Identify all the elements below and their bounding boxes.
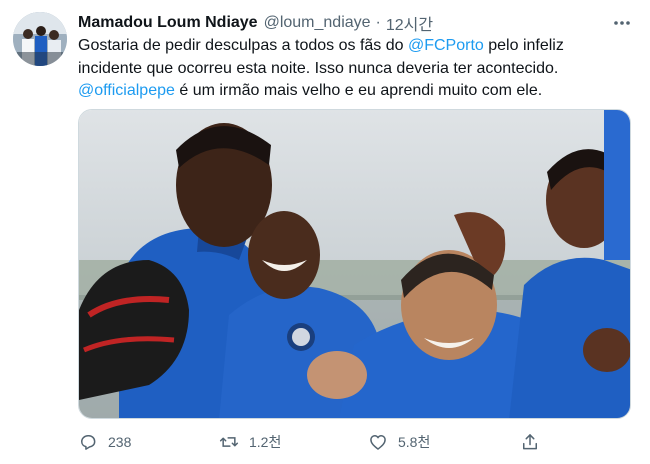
more-button[interactable]	[612, 13, 632, 33]
user-handle[interactable]: @loum_ndiaye	[264, 14, 371, 32]
like-button[interactable]: 5.8천	[368, 430, 430, 454]
share-button[interactable]	[520, 430, 550, 454]
tweet-text: Gostaria de pedir desculpas a todos os f…	[78, 35, 638, 103]
display-name[interactable]: Mamadou Loum Ndiaye	[78, 14, 258, 32]
timestamp[interactable]: 12시간	[386, 11, 433, 35]
tweet-text-line1-end: pelo infeliz	[483, 37, 564, 54]
tweet-header: Mamadou Loum Ndiaye @loum_ndiaye · 12시간	[78, 12, 433, 34]
retweet-button[interactable]: 1.2천	[219, 430, 281, 454]
avatar-image	[13, 12, 67, 66]
share-icon	[523, 434, 537, 450]
players-celebrating-photo	[79, 110, 630, 418]
reply-count: 238	[108, 434, 132, 450]
like-icon	[370, 435, 386, 450]
tweet-photo[interactable]	[78, 109, 631, 419]
separator-dot: ·	[375, 14, 381, 31]
avatar[interactable]	[13, 12, 67, 66]
tweet[interactable]: Mamadou Loum Ndiaye @loum_ndiaye · 12시간 …	[0, 0, 650, 464]
tweet-text-line2: incidente que ocorreu esta noite. Isso n…	[78, 59, 559, 77]
reply-icon	[81, 435, 96, 450]
retweet-count: 1.2천	[249, 434, 282, 450]
mention-fcporto[interactable]: @FCPorto	[408, 37, 484, 54]
tweet-actions: 238 1.2천 5.8천	[78, 430, 548, 454]
tweet-text-line1-start: Gostaria de pedir desculpas a todos os f…	[78, 37, 408, 54]
reply-button[interactable]: 238	[78, 430, 131, 454]
like-count: 5.8천	[398, 434, 431, 450]
tweet-text-line3: é um irmão mais velho e eu aprendi muito…	[174, 82, 543, 99]
retweet-icon	[219, 437, 239, 447]
more-horizontal-icon	[614, 21, 630, 25]
mention-officialpepe[interactable]: @officialpepe	[78, 82, 175, 99]
